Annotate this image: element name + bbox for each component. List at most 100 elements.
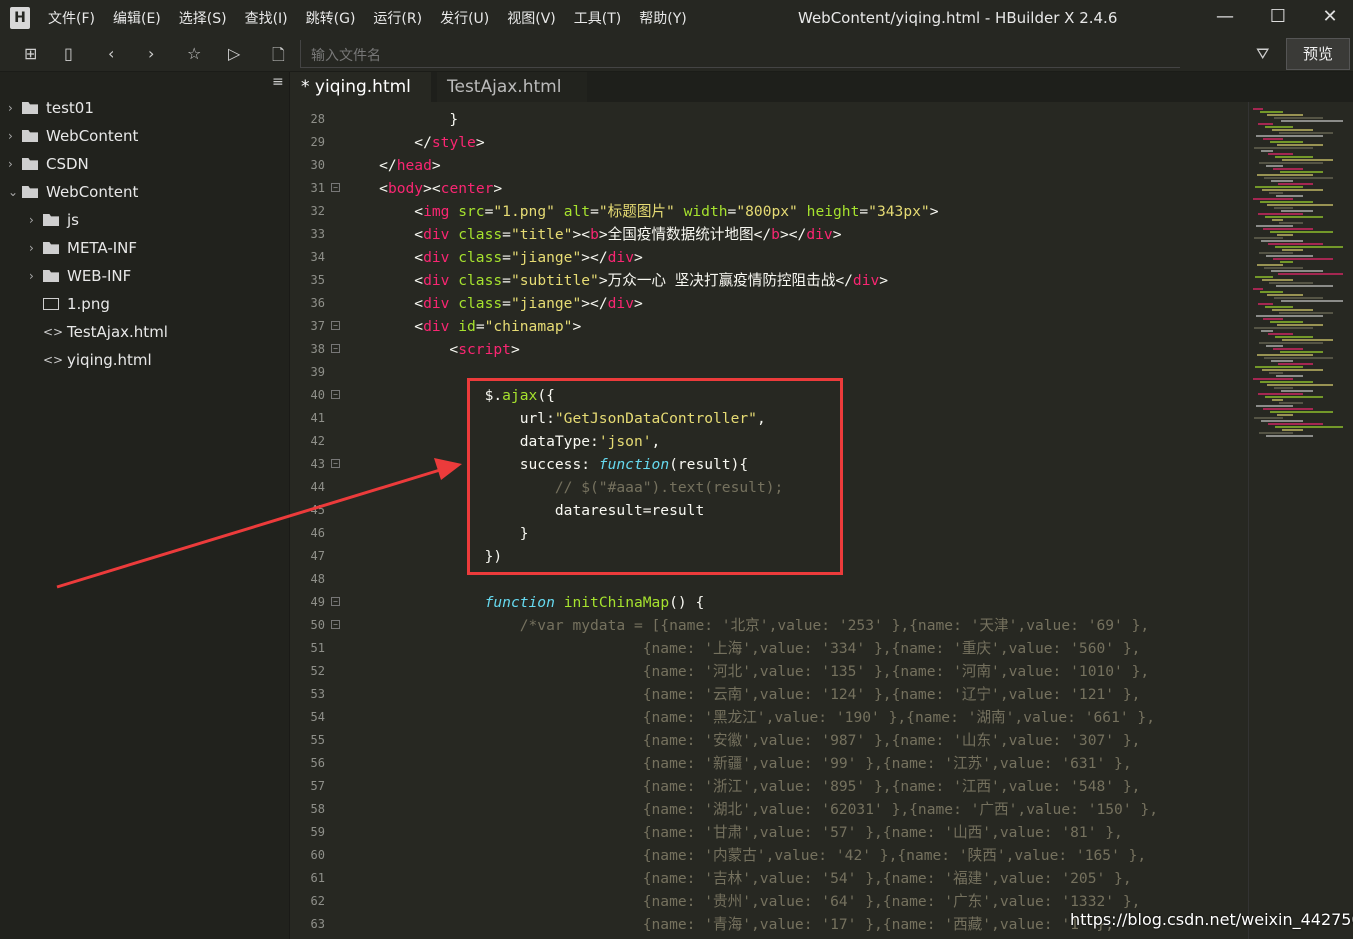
minimap-line — [1253, 378, 1293, 380]
minimap-line — [1263, 408, 1313, 410]
minimap-line — [1277, 234, 1293, 236]
minimap-line — [1274, 297, 1323, 299]
minimap-line — [1273, 168, 1303, 170]
minimap-line — [1258, 213, 1303, 215]
minimap-line — [1274, 117, 1323, 119]
minimap-line — [1277, 324, 1323, 326]
minimap-line — [1272, 309, 1313, 311]
minimap-line — [1276, 195, 1303, 197]
minimap-line — [1254, 327, 1313, 329]
minimap-line — [1256, 405, 1293, 407]
minimap-line — [1261, 420, 1303, 422]
minimap-line — [1267, 114, 1303, 116]
minimap-line — [1281, 210, 1313, 212]
minimap-line — [1262, 189, 1323, 191]
minimap-line — [1255, 276, 1273, 278]
minimap-line — [1260, 111, 1283, 113]
minimap-line — [1268, 333, 1293, 335]
minimap-line — [1256, 225, 1293, 227]
minimap-line — [1282, 159, 1333, 161]
minimap-line — [1261, 240, 1303, 242]
minimap-line — [1277, 144, 1323, 146]
minimap-line — [1259, 162, 1323, 164]
minimap-line — [1278, 183, 1313, 185]
minimap-line — [1267, 204, 1333, 206]
minimap-line — [1266, 345, 1283, 347]
minimap-line — [1254, 417, 1283, 419]
minimap-line — [1271, 360, 1293, 362]
minimap-line — [1255, 186, 1303, 188]
minimap-line — [1275, 156, 1313, 158]
minimap-line — [1259, 432, 1293, 434]
minimap-line — [1254, 237, 1283, 239]
minimap-line — [1279, 402, 1303, 404]
watermark: https://blog.csdn.net/weixin_44275036 — [1070, 910, 1353, 929]
minimap-line — [1262, 279, 1293, 281]
minimap-line — [1264, 357, 1333, 359]
minimap-line — [1279, 312, 1333, 314]
minimap-line — [1266, 435, 1313, 437]
minimap-line — [1276, 375, 1303, 377]
minimap-line — [1280, 261, 1293, 263]
minimap-line — [1266, 255, 1313, 257]
minimap-line — [1261, 150, 1273, 152]
minimap-line — [1265, 306, 1293, 308]
minimap-line — [1272, 399, 1283, 401]
minimap-line — [1259, 252, 1293, 254]
minimap-line — [1270, 321, 1303, 323]
minimap-line — [1253, 198, 1293, 200]
minimap-line — [1265, 396, 1323, 398]
minimap-line — [1263, 228, 1313, 230]
minimap-line — [1255, 366, 1303, 368]
minimap-line — [1265, 126, 1293, 128]
minimap-line — [1268, 423, 1323, 425]
minimap-line — [1264, 267, 1303, 269]
minimap-line — [1270, 231, 1333, 233]
minimap[interactable] — [1248, 102, 1353, 939]
minimap-line — [1272, 129, 1313, 131]
minimap-line — [1257, 354, 1313, 356]
minimap-line — [1269, 372, 1283, 374]
minimap-line — [1278, 363, 1313, 365]
minimap-line — [1268, 153, 1293, 155]
minimap-line — [1256, 135, 1323, 137]
minimap-line — [1270, 141, 1303, 143]
minimap-line — [1269, 192, 1283, 194]
minimap-line — [1276, 285, 1333, 287]
minimap-line — [1263, 138, 1283, 140]
minimap-line — [1258, 393, 1303, 395]
minimap-line — [1262, 369, 1323, 371]
annotation-arrow — [56, 458, 462, 589]
minimap-line — [1253, 288, 1263, 290]
minimap-line — [1269, 282, 1313, 284]
minimap-line — [1260, 381, 1313, 383]
minimap-line — [1254, 147, 1313, 149]
minimap-line — [1258, 123, 1273, 125]
minimap-line — [1273, 258, 1333, 260]
minimap-line — [1274, 387, 1293, 389]
minimap-line — [1277, 414, 1293, 416]
minimap-line — [1275, 246, 1343, 248]
minimap-line — [1281, 300, 1343, 302]
minimap-line — [1281, 390, 1313, 392]
minimap-line — [1280, 171, 1323, 173]
minimap-line — [1263, 318, 1283, 320]
minimap-line — [1253, 108, 1263, 110]
minimap-line — [1257, 264, 1283, 266]
minimap-line — [1275, 426, 1343, 428]
minimap-line — [1273, 348, 1303, 350]
minimap-line — [1279, 222, 1303, 224]
minimap-line — [1270, 411, 1333, 413]
minimap-line — [1256, 315, 1323, 317]
minimap-line — [1281, 120, 1343, 122]
minimap-line — [1260, 291, 1283, 293]
minimap-line — [1264, 177, 1333, 179]
minimap-line — [1265, 216, 1323, 218]
minimap-line — [1282, 339, 1333, 341]
minimap-line — [1274, 207, 1293, 209]
minimap-line — [1272, 219, 1283, 221]
minimap-line — [1266, 165, 1283, 167]
minimap-line — [1257, 174, 1313, 176]
minimap-line — [1282, 429, 1303, 431]
minimap-line — [1271, 180, 1293, 182]
